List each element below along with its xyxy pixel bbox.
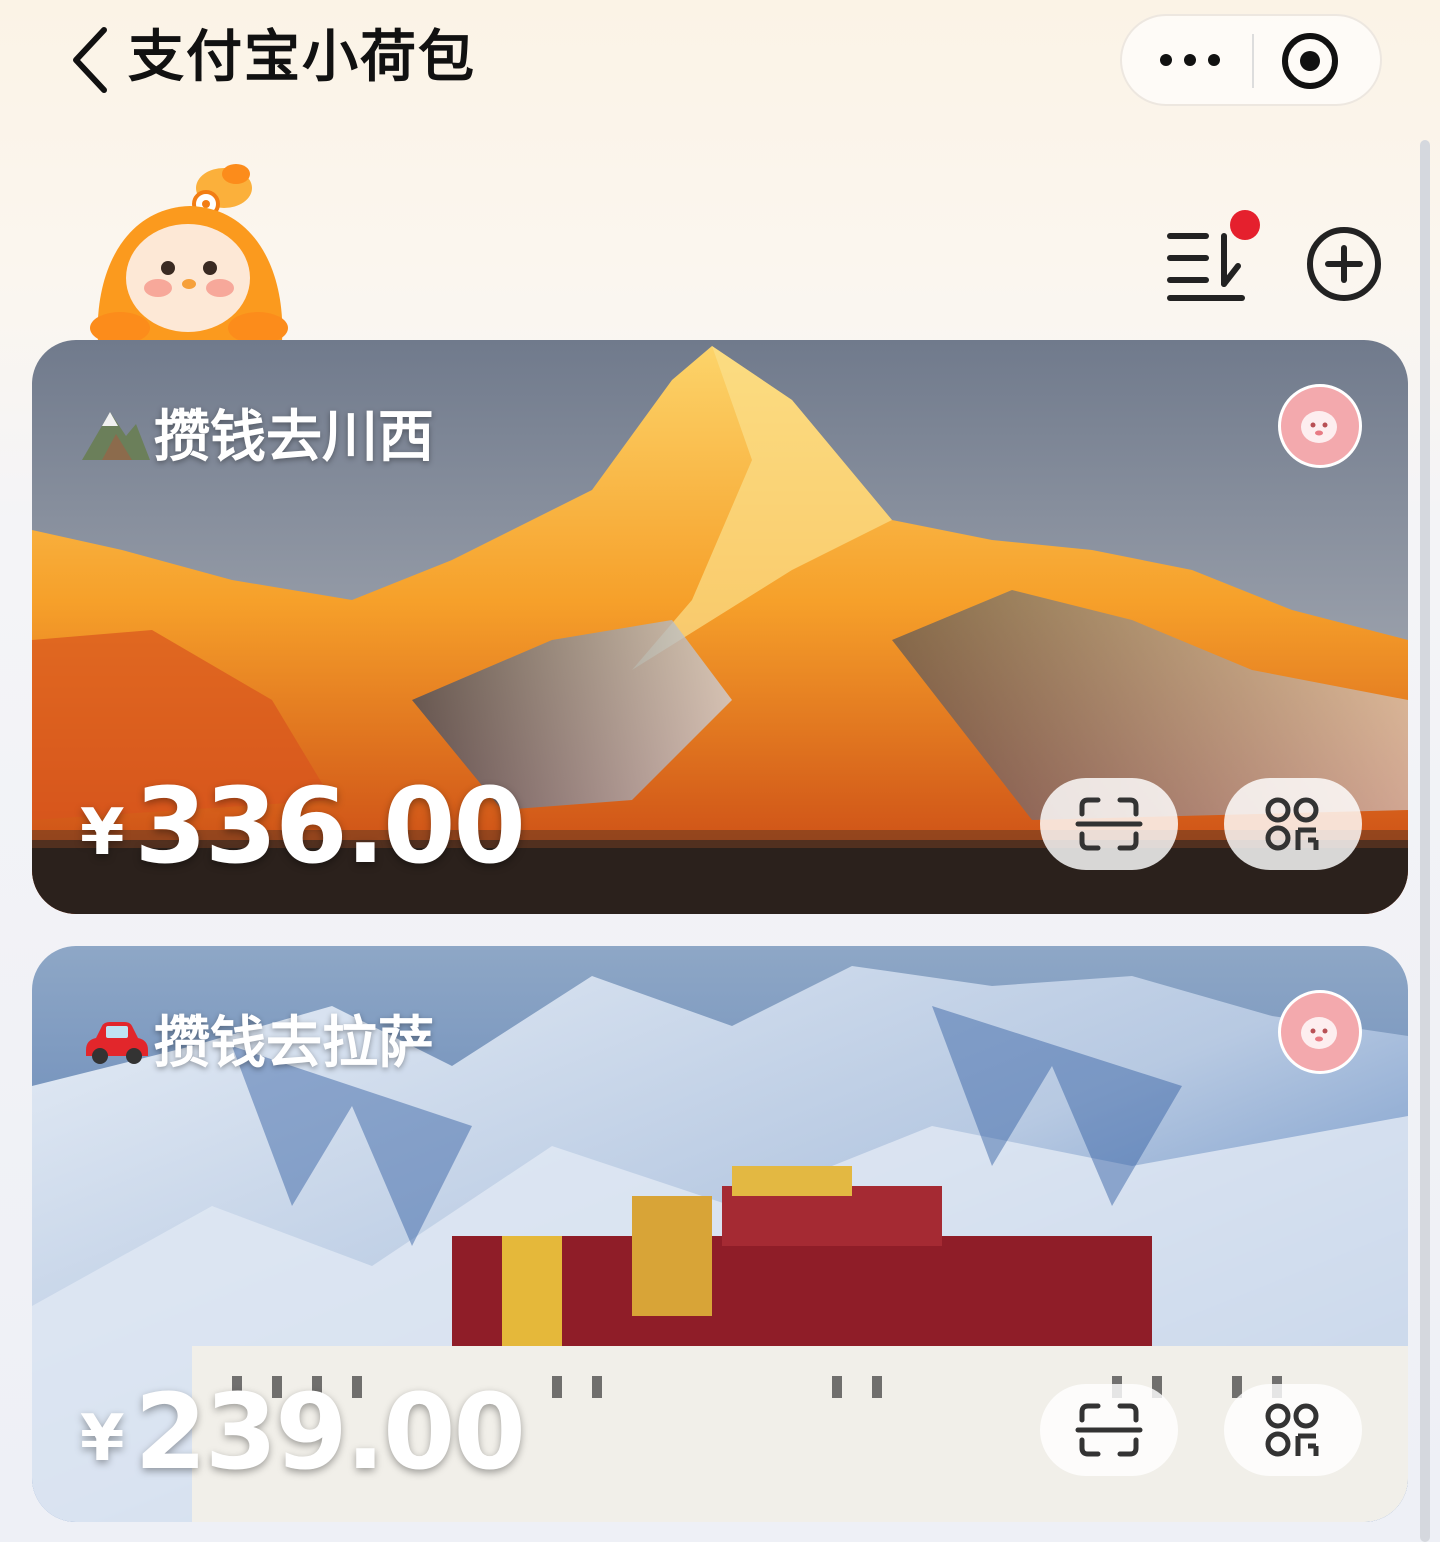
- scan-icon: [1075, 1403, 1143, 1457]
- payment-code-button[interactable]: [1224, 778, 1362, 870]
- mascot-character: [86, 160, 296, 344]
- page-title: 支付宝小荷包: [128, 25, 476, 90]
- target-close-icon: [1282, 33, 1338, 89]
- avatar[interactable]: [1278, 384, 1362, 468]
- card-name: 攒钱去拉萨: [154, 1010, 434, 1076]
- currency-symbol: ¥: [80, 1402, 125, 1476]
- mini-program-capsule: [1120, 14, 1382, 106]
- balance-value: 239.00: [134, 1371, 526, 1493]
- red-car-emoji: [86, 1022, 148, 1064]
- avatar[interactable]: [1278, 990, 1362, 1074]
- card-title: 攒钱去川西: [80, 392, 434, 472]
- payment-code-icon: [1265, 1403, 1319, 1457]
- card-title: 攒钱去拉萨: [80, 998, 434, 1078]
- savings-card[interactable]: 攒钱去川西 ¥ 336.00: [32, 340, 1408, 914]
- notification-badge: [1230, 210, 1260, 240]
- scrollbar[interactable]: [1420, 140, 1430, 1542]
- scan-icon: [1075, 797, 1143, 851]
- scan-button[interactable]: [1040, 778, 1178, 870]
- mountain-emoji: [82, 412, 150, 460]
- card-name: 攒钱去川西: [154, 404, 434, 470]
- more-dots-icon: [1160, 54, 1220, 66]
- currency-symbol: ¥: [80, 796, 125, 870]
- close-button[interactable]: [1272, 28, 1342, 94]
- scan-button[interactable]: [1040, 1384, 1178, 1476]
- avatar-character-icon: [1301, 1017, 1337, 1049]
- sort-button[interactable]: [1160, 206, 1266, 306]
- chevron-left-icon: [73, 27, 107, 93]
- back-button[interactable]: [62, 20, 122, 100]
- top-navigation-bar: 支付宝小荷包: [0, 0, 1440, 120]
- add-button[interactable]: [1302, 222, 1386, 306]
- balance-value: 336.00: [134, 765, 526, 887]
- capsule-divider: [1252, 34, 1254, 88]
- payment-code-button[interactable]: [1224, 1384, 1362, 1476]
- savings-card[interactable]: 攒钱去拉萨 ¥ 239.00: [32, 946, 1408, 1522]
- plus-circle-icon: [1307, 227, 1381, 301]
- avatar-character-icon: [1301, 411, 1337, 443]
- payment-code-icon: [1265, 797, 1319, 851]
- balance-amount: ¥ 336.00: [80, 765, 526, 887]
- more-button[interactable]: [1150, 36, 1230, 84]
- balance-amount: ¥ 239.00: [80, 1371, 526, 1493]
